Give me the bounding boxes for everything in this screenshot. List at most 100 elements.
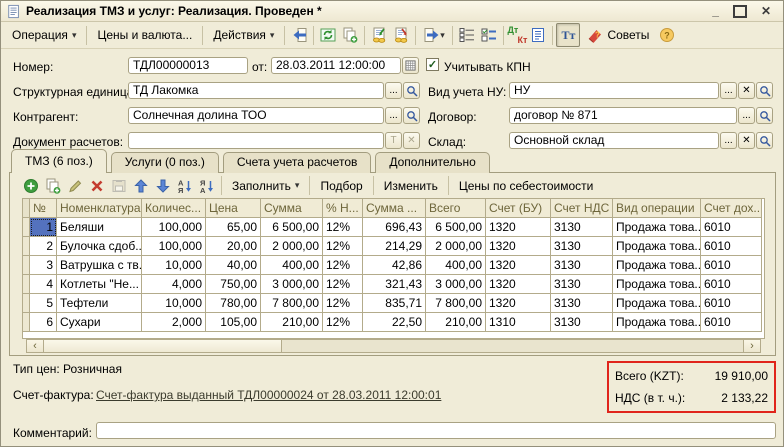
close-icon[interactable]: ✕ bbox=[761, 6, 771, 16]
column-header[interactable]: Всего bbox=[426, 199, 486, 218]
save-record-icon[interactable] bbox=[288, 24, 310, 46]
table-cell[interactable]: 7 800,00 bbox=[261, 294, 323, 313]
magnifier-icon[interactable] bbox=[403, 107, 420, 124]
table-cell[interactable]: 780,00 bbox=[206, 294, 261, 313]
delete-row-icon[interactable] bbox=[86, 175, 108, 197]
table-cell[interactable]: 42,86 bbox=[363, 256, 426, 275]
table-cell[interactable]: 3130 bbox=[551, 294, 613, 313]
column-header[interactable]: Номенклатура bbox=[57, 199, 142, 218]
table-cell[interactable]: 3 000,00 bbox=[426, 275, 486, 294]
table-cell[interactable]: 400,00 bbox=[426, 256, 486, 275]
table-cell[interactable]: 105,00 bbox=[206, 313, 261, 332]
table-cell[interactable]: 100,000 bbox=[142, 237, 206, 256]
table-row[interactable]: 1Беляши100,00065,006 500,0012%696,436 50… bbox=[23, 218, 764, 237]
table-cell[interactable]: 3130 bbox=[551, 275, 613, 294]
table-cell[interactable]: 1320 bbox=[486, 275, 551, 294]
table-cell[interactable]: 210,00 bbox=[426, 313, 486, 332]
table-cell[interactable]: 12% bbox=[323, 275, 363, 294]
move-up-icon[interactable] bbox=[130, 175, 152, 197]
table-row[interactable]: 2Булочка сдоб...100,00020,002 000,0012%2… bbox=[23, 237, 764, 256]
table-cell[interactable]: 6010 bbox=[701, 256, 762, 275]
table-cell[interactable]: Продажа това... bbox=[613, 237, 701, 256]
table-cell[interactable]: 65,00 bbox=[206, 218, 261, 237]
scroll-left-icon[interactable]: ‹ bbox=[27, 340, 44, 352]
row-number-cell[interactable]: 1 bbox=[30, 218, 57, 237]
column-header[interactable]: Вид операции bbox=[613, 199, 701, 218]
table-cell[interactable]: 750,00 bbox=[206, 275, 261, 294]
kpn-checkbox-label[interactable]: Учитывать КПН bbox=[444, 60, 531, 74]
pick-button[interactable]: Подбор bbox=[313, 177, 369, 195]
row-number-cell[interactable]: 4 bbox=[30, 275, 57, 294]
table-cell[interactable]: 6 500,00 bbox=[426, 218, 486, 237]
tab-additional[interactable]: Дополнительно bbox=[375, 152, 489, 173]
nu-kind-field[interactable]: НУ bbox=[509, 82, 719, 99]
table-row[interactable]: 5Тефтели10,000780,007 800,0012%835,717 8… bbox=[23, 294, 764, 313]
table-cell[interactable]: 321,43 bbox=[363, 275, 426, 294]
document-structure-icon[interactable] bbox=[456, 24, 478, 46]
calendar-icon[interactable] bbox=[402, 57, 419, 74]
edit-row-icon[interactable] bbox=[64, 175, 86, 197]
table-row[interactable]: 4Котлеты "Не...4,000750,003 000,0012%321… bbox=[23, 275, 764, 294]
comment-field[interactable] bbox=[96, 422, 776, 439]
magnifier-icon[interactable] bbox=[756, 107, 773, 124]
table-cell[interactable]: 20,00 bbox=[206, 237, 261, 256]
column-header[interactable]: Счет НДС bbox=[551, 199, 613, 218]
report-icon[interactable] bbox=[527, 24, 549, 46]
table-cell[interactable]: 2 000,00 bbox=[261, 237, 323, 256]
table-cell[interactable]: Булочка сдоб... bbox=[57, 237, 142, 256]
clear-icon[interactable]: ✕ bbox=[403, 132, 420, 149]
magnifier-icon[interactable] bbox=[756, 132, 773, 149]
table-cell[interactable]: 3130 bbox=[551, 237, 613, 256]
table-cell[interactable]: Продажа това... bbox=[613, 294, 701, 313]
table-cell[interactable]: 1310 bbox=[486, 313, 551, 332]
table-cell[interactable]: 12% bbox=[323, 313, 363, 332]
change-button[interactable]: Изменить bbox=[377, 177, 445, 195]
table-cell[interactable]: 100,000 bbox=[142, 218, 206, 237]
table-cell[interactable]: 3130 bbox=[551, 218, 613, 237]
enter-on-basis-icon[interactable] bbox=[368, 24, 390, 46]
clear-icon[interactable]: ✕ bbox=[738, 132, 755, 149]
table-cell[interactable]: 1320 bbox=[486, 237, 551, 256]
column-header[interactable]: Счет (БУ) bbox=[486, 199, 551, 218]
table-cell[interactable]: 400,00 bbox=[261, 256, 323, 275]
table-cell[interactable]: 12% bbox=[323, 237, 363, 256]
magnifier-icon[interactable] bbox=[403, 82, 420, 99]
goto-menu-icon[interactable]: ▾ bbox=[419, 24, 449, 46]
table-cell[interactable]: Ватрушка с тв... bbox=[57, 256, 142, 275]
table-cell[interactable]: 12% bbox=[323, 294, 363, 313]
column-header[interactable]: Количес... bbox=[142, 199, 206, 218]
prices-currency-button[interactable]: Цены и валюта... bbox=[90, 25, 199, 45]
table-cell[interactable]: Беляши bbox=[57, 218, 142, 237]
table-cell[interactable]: Продажа това... bbox=[613, 275, 701, 294]
table-cell[interactable]: 210,00 bbox=[261, 313, 323, 332]
table-cell[interactable]: Продажа това... bbox=[613, 218, 701, 237]
table-cell[interactable]: 10,000 bbox=[142, 294, 206, 313]
post-document-icon[interactable] bbox=[317, 24, 339, 46]
table-cell[interactable]: 7 800,00 bbox=[426, 294, 486, 313]
table-cell[interactable]: 22,50 bbox=[363, 313, 426, 332]
sort-ascending-icon[interactable]: АЯ bbox=[174, 175, 196, 197]
copy-row-icon[interactable] bbox=[42, 175, 64, 197]
table-cell[interactable]: 10,000 bbox=[142, 256, 206, 275]
table-cell[interactable]: 3130 bbox=[551, 313, 613, 332]
tips-button[interactable]: ? Советы bbox=[580, 24, 656, 46]
table-cell[interactable]: 6010 bbox=[701, 294, 762, 313]
row-number-cell[interactable]: 6 bbox=[30, 313, 57, 332]
copy-document-icon[interactable] bbox=[339, 24, 361, 46]
table-cell[interactable]: 6 500,00 bbox=[261, 218, 323, 237]
table-cell[interactable]: 3130 bbox=[551, 256, 613, 275]
actions-menu-button[interactable]: Действия ▾ bbox=[206, 25, 281, 45]
scroll-right-icon[interactable]: › bbox=[743, 340, 760, 352]
tab-services[interactable]: Услуги (0 поз.) bbox=[111, 152, 219, 173]
ellipsis-icon[interactable]: ... bbox=[385, 82, 402, 99]
horizontal-scrollbar[interactable]: ‹ › bbox=[26, 339, 761, 353]
type-select-icon[interactable]: T bbox=[385, 132, 402, 149]
table-cell[interactable]: 214,29 bbox=[363, 237, 426, 256]
column-header[interactable]: Счет дох... bbox=[701, 199, 762, 218]
end-edit-icon[interactable] bbox=[108, 175, 130, 197]
maximize-icon[interactable] bbox=[733, 5, 747, 18]
table-cell[interactable]: 1320 bbox=[486, 294, 551, 313]
kpn-checkbox[interactable]: ✓ bbox=[426, 58, 439, 71]
table-cell[interactable]: 835,71 bbox=[363, 294, 426, 313]
cost-prices-button[interactable]: Цены по себестоимости bbox=[452, 177, 600, 195]
